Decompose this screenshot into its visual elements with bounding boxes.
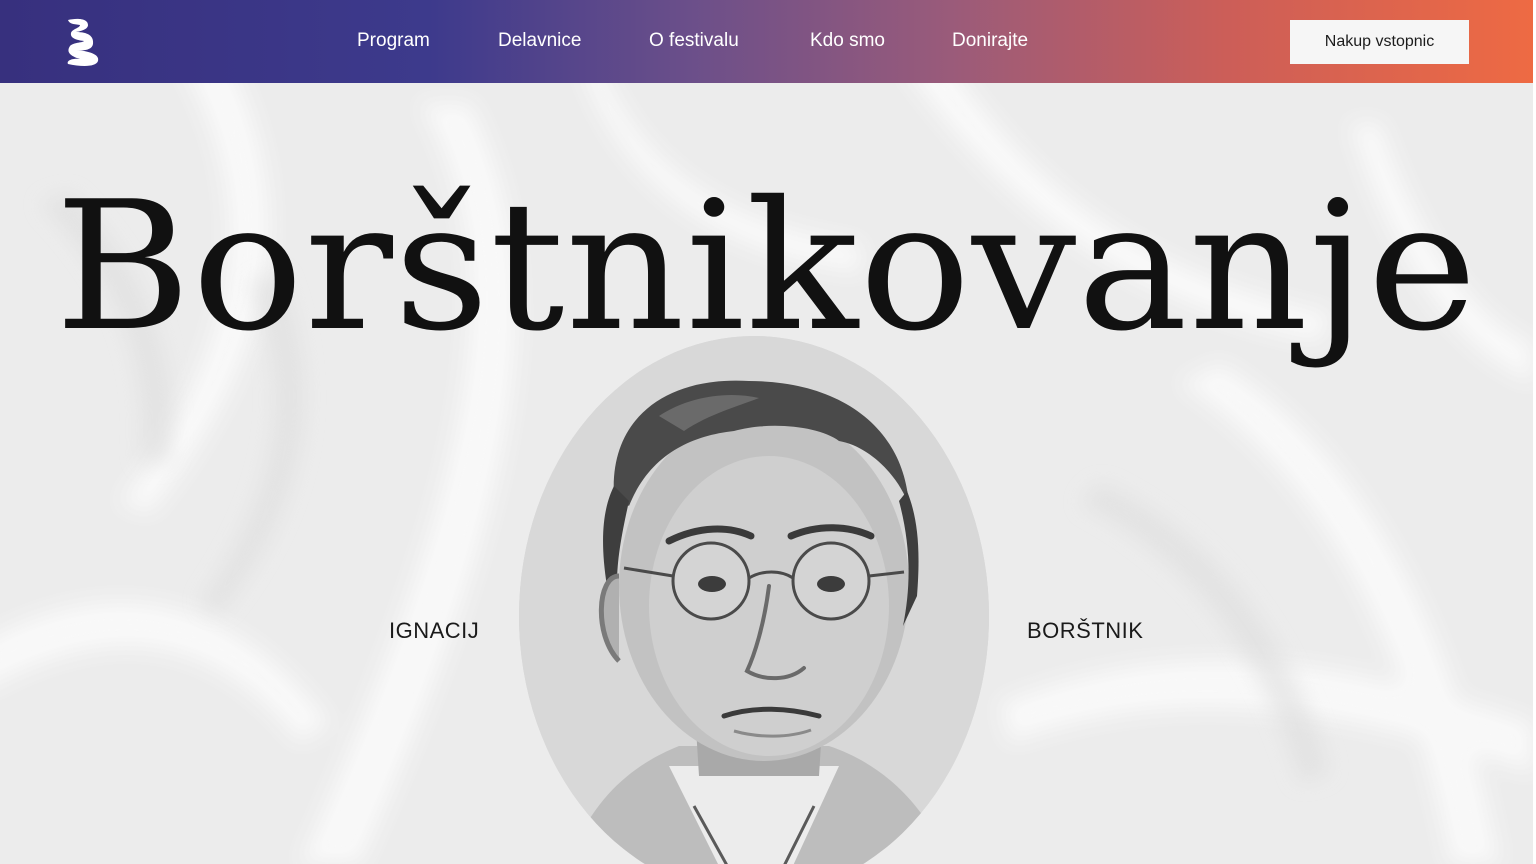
nav-item-program[interactable]: Program [357,30,430,52]
nav-item-kdo-smo[interactable]: Kdo smo [810,30,885,52]
top-navigation-bar: Program Delavnice O festivalu Kdo smo Do… [0,0,1533,83]
nav-item-donirajte[interactable]: Donirajte [952,30,1028,52]
buy-tickets-button[interactable]: Nakup vstopnic [1290,20,1469,64]
hero-section: Borštnikovanje IGNACIJ BORŠTNIK [0,83,1533,864]
nav-item-o-festivalu[interactable]: O festivalu [649,30,739,52]
first-name-label: IGNACIJ [389,618,480,643]
last-name-label: BORŠTNIK [1027,618,1144,643]
festival-logo-icon[interactable] [62,16,102,68]
nav-item-delavnice[interactable]: Delavnice [498,30,581,52]
festival-title: Borštnikovanje [54,163,1479,370]
ignacij-borstnik-portrait [519,336,989,864]
